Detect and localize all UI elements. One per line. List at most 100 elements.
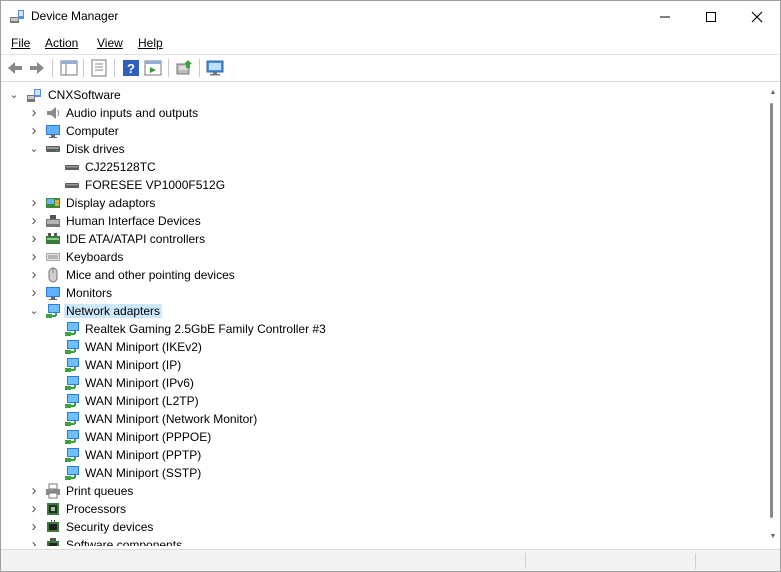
- menu-view[interactable]: View: [97, 36, 123, 50]
- status-bar: [1, 549, 780, 571]
- menu-action[interactable]: Action: [45, 36, 78, 50]
- chevron-right-icon[interactable]: ›: [28, 519, 40, 535]
- menu-bar: File Action View Help: [1, 32, 780, 55]
- device-manager-window: Device Manager File Action View Help ? ⌄…: [0, 0, 781, 572]
- tree-category[interactable]: › Monitors: [2, 284, 762, 302]
- tree-category[interactable]: › Mice and other pointing devices: [2, 266, 762, 284]
- processor-icon: [47, 503, 59, 515]
- menu-file[interactable]: File: [11, 36, 30, 50]
- toolbar-separator: [114, 59, 115, 77]
- speaker-icon: [47, 107, 60, 119]
- tree-device-label: WAN Miniport (L2TP): [85, 394, 199, 408]
- tree-category[interactable]: › IDE ATA/ATAPI controllers: [2, 230, 762, 248]
- tree-category[interactable]: › Computer: [2, 122, 762, 140]
- display-adapter-icon: [46, 198, 60, 208]
- chevron-right-icon[interactable]: ›: [28, 231, 40, 247]
- chevron-right-icon[interactable]: ›: [28, 267, 40, 283]
- ide-controller-icon: [46, 233, 60, 244]
- disk-drive-icon: [46, 146, 60, 152]
- network-adapter-icon: [65, 412, 79, 426]
- scrollbar-thumb[interactable]: [770, 103, 773, 518]
- menu-action-label: Action: [45, 36, 79, 50]
- chevron-down-icon[interactable]: ⌄: [28, 303, 40, 319]
- tree-category[interactable]: › Security devices: [2, 518, 762, 536]
- chevron-right-icon[interactable]: ›: [28, 537, 40, 547]
- tree-device-label: WAN Miniport (IKEv2): [85, 340, 202, 354]
- network-adapter-icon: [65, 394, 79, 408]
- close-icon: [751, 11, 763, 23]
- tree-device-item[interactable]: WAN Miniport (PPTP): [2, 446, 762, 464]
- chevron-right-icon[interactable]: ›: [28, 249, 40, 265]
- network-adapter-icon: [65, 466, 79, 480]
- network-adapter-icon: [65, 358, 79, 372]
- maximize-button[interactable]: [688, 1, 734, 32]
- vertical-scrollbar[interactable]: ▲ ▼: [766, 85, 780, 546]
- chevron-down-icon[interactable]: ⌄: [8, 87, 20, 103]
- tree-category[interactable]: › Processors: [2, 500, 762, 518]
- tree-device-item[interactable]: WAN Miniport (L2TP): [2, 392, 762, 410]
- tree-category[interactable]: › Human Interface Devices: [2, 212, 762, 230]
- tree-category-label: Mice and other pointing devices: [66, 268, 235, 282]
- tree-device-label: WAN Miniport (PPTP): [85, 448, 202, 462]
- scroll-down-arrow-icon[interactable]: ▼: [769, 533, 777, 541]
- back-icon[interactable]: [5, 58, 25, 78]
- tree-device-item[interactable]: WAN Miniport (IKEv2): [2, 338, 762, 356]
- network-adapter-icon: [65, 340, 79, 354]
- tree-category-label: Audio inputs and outputs: [66, 106, 199, 120]
- show-hide-tree-icon[interactable]: [59, 58, 79, 78]
- chevron-right-icon[interactable]: ›: [28, 285, 40, 301]
- tree-device-item[interactable]: CJ225128TC: [2, 158, 762, 176]
- tree-device-item[interactable]: WAN Miniport (IP): [2, 356, 762, 374]
- tree-device-label: WAN Miniport (Network Monitor): [85, 412, 258, 426]
- network-adapter-icon: [65, 430, 79, 444]
- forward-icon[interactable]: [27, 58, 47, 78]
- chevron-right-icon[interactable]: ›: [28, 195, 40, 211]
- tree-category[interactable]: › Print queues: [2, 482, 762, 500]
- minimize-button[interactable]: [642, 1, 688, 32]
- tree-device-label: WAN Miniport (SSTP): [85, 466, 202, 480]
- tree-device-label: Realtek Gaming 2.5GbE Family Controller …: [85, 322, 326, 336]
- properties-icon[interactable]: [89, 58, 109, 78]
- menu-help[interactable]: Help: [138, 36, 163, 50]
- scan-hardware-icon[interactable]: [205, 58, 225, 78]
- tree-device-item[interactable]: Realtek Gaming 2.5GbE Family Controller …: [2, 320, 762, 338]
- tree-root-computer[interactable]: ⌄ CNXSoftware: [2, 86, 762, 104]
- chevron-right-icon[interactable]: ›: [28, 483, 40, 499]
- menu-file-label: File: [11, 36, 31, 50]
- tree-category-label: Display adaptors: [66, 196, 156, 210]
- close-button[interactable]: [734, 1, 780, 32]
- svg-text:?: ?: [127, 61, 135, 76]
- tree-category[interactable]: › Display adaptors: [2, 194, 762, 212]
- device-small-icon: [65, 183, 79, 188]
- maximize-icon: [706, 12, 716, 23]
- tree-device-item[interactable]: WAN Miniport (SSTP): [2, 464, 762, 482]
- update-driver-icon[interactable]: [174, 58, 194, 78]
- chevron-right-icon[interactable]: ›: [28, 213, 40, 229]
- tree-device-item[interactable]: WAN Miniport (Network Monitor): [2, 410, 762, 428]
- scroll-up-arrow-icon[interactable]: ▲: [769, 89, 777, 97]
- title-bar[interactable]: Device Manager: [1, 1, 780, 32]
- chevron-right-icon[interactable]: ›: [28, 105, 40, 121]
- printer-icon: [46, 483, 60, 499]
- chevron-down-icon[interactable]: ⌄: [28, 141, 40, 157]
- tree-category[interactable]: ⌄ Disk drives: [2, 140, 762, 158]
- network-adapter-icon: [65, 376, 79, 390]
- tree-category[interactable]: › Keyboards: [2, 248, 762, 266]
- run-icon[interactable]: [143, 58, 163, 78]
- device-tree[interactable]: ⌄ CNXSoftware › Audio inputs and outputs › Co…: [2, 85, 765, 546]
- tree-category-label: Processors: [66, 502, 127, 516]
- tree-category[interactable]: › Audio inputs and outputs: [2, 104, 762, 122]
- tree-category[interactable]: ⌄ Network adapters: [2, 302, 762, 320]
- chevron-right-icon[interactable]: ›: [28, 123, 40, 139]
- tree-device-item[interactable]: WAN Miniport (PPPOE): [2, 428, 762, 446]
- tree-device-label: WAN Miniport (IP): [85, 358, 182, 372]
- network-adapter-icon: [65, 322, 79, 336]
- tree-category[interactable]: › Software components: [2, 536, 762, 546]
- help-icon[interactable]: ?: [121, 58, 141, 78]
- device-manager-app-icon: [10, 10, 24, 23]
- network-adapter-icon: [65, 448, 79, 462]
- software-component-icon: [47, 538, 59, 546]
- tree-device-item[interactable]: FORESEE VP1000F512G: [2, 176, 762, 194]
- tree-device-item[interactable]: WAN Miniport (IPv6): [2, 374, 762, 392]
- chevron-right-icon[interactable]: ›: [28, 501, 40, 517]
